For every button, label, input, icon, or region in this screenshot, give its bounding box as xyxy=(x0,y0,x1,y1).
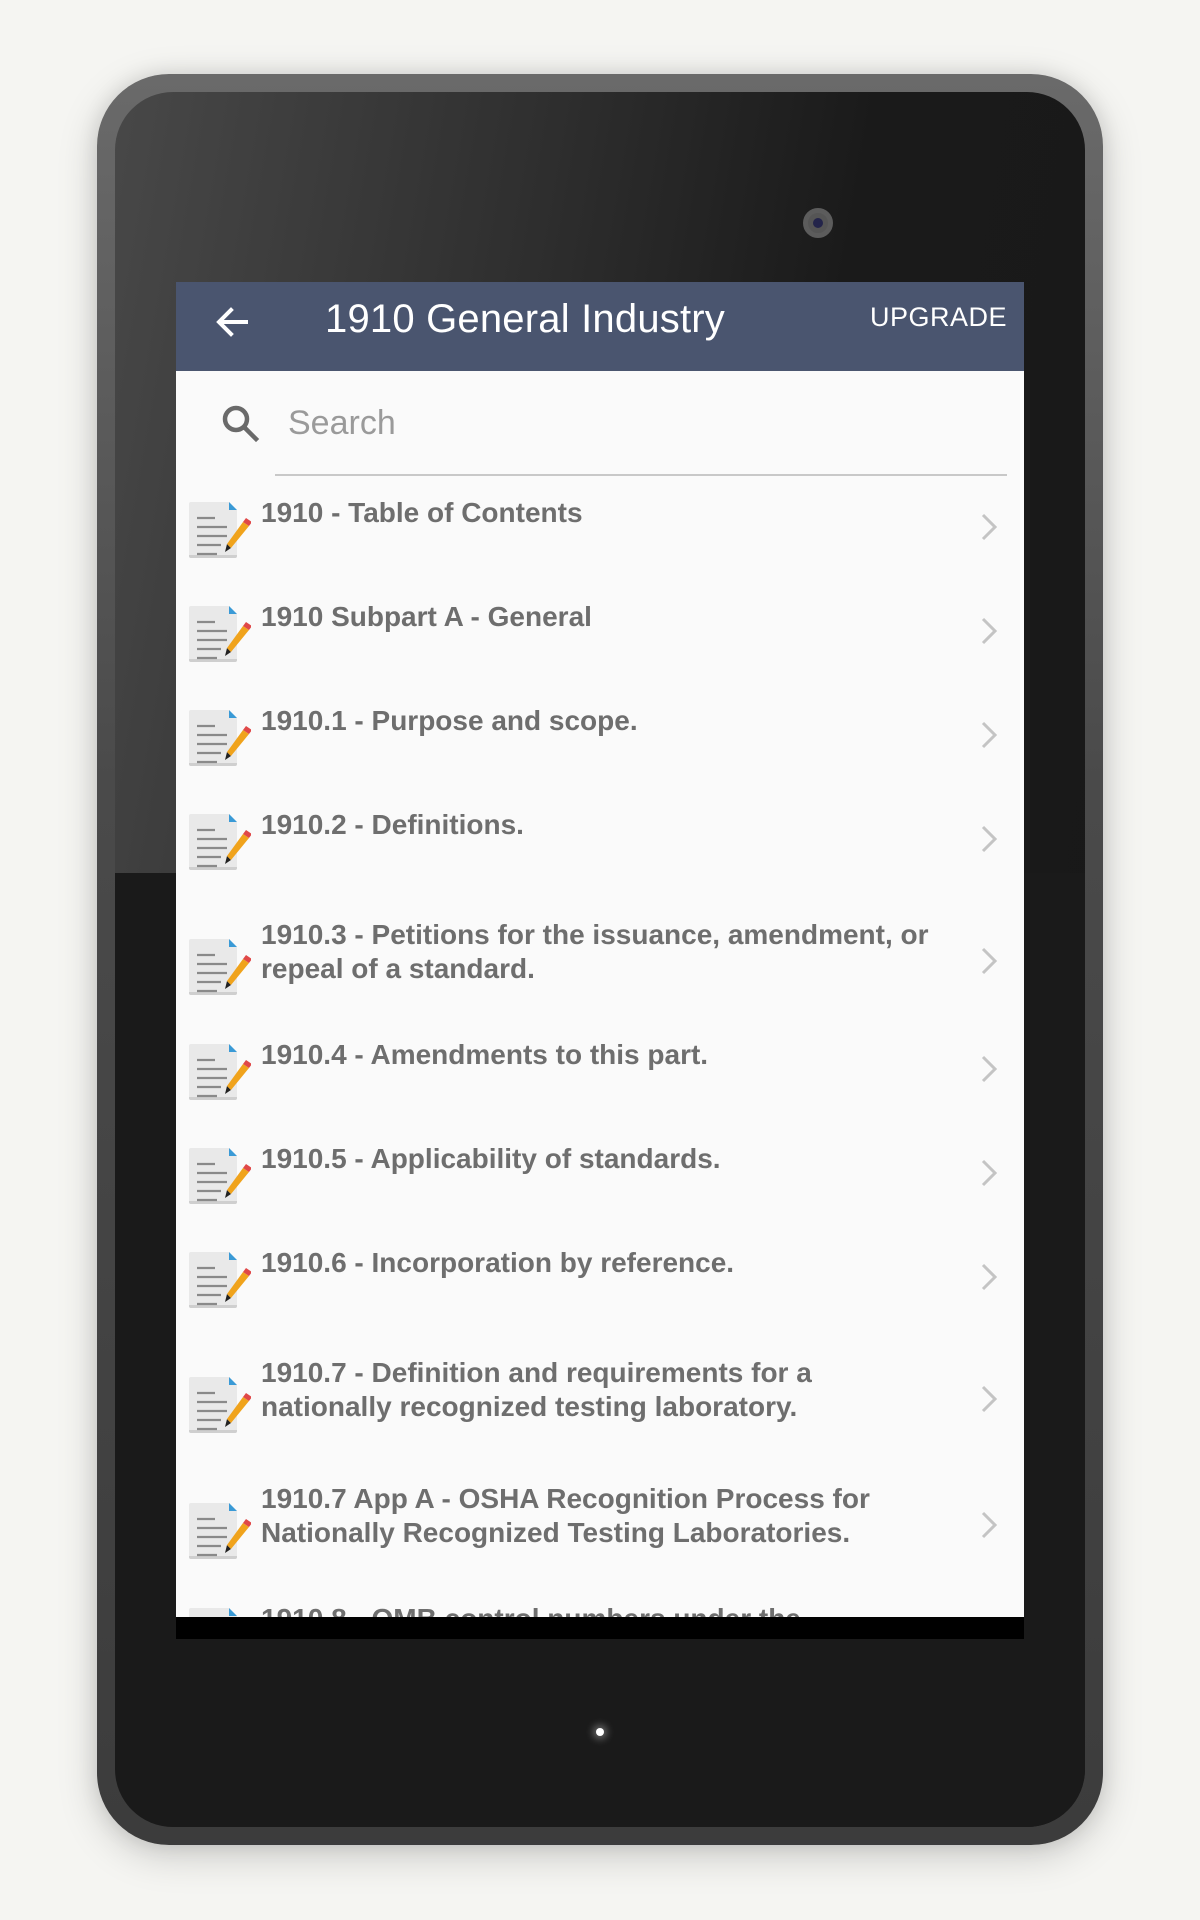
chevron-right-icon xyxy=(981,513,998,541)
list-item[interactable]: 1910 - Table of Contents xyxy=(176,497,1024,614)
app-bar: 1910 General Industry UPGRADE xyxy=(176,282,1024,371)
list-item-label: 1910.4 - Amendments to this part. xyxy=(261,1039,709,1070)
chevron-right-icon xyxy=(981,947,998,975)
upgrade-button[interactable]: UPGRADE xyxy=(870,295,1007,339)
page-title: 1910 General Industry xyxy=(325,297,726,341)
document-edit-icon xyxy=(189,814,251,870)
chevron-right-icon xyxy=(981,825,998,853)
list-item-label: 1910 - Table of Contents xyxy=(261,497,583,528)
list-item[interactable]: 1910.2 - Definitions. xyxy=(176,809,1024,926)
document-edit-icon xyxy=(189,1148,251,1204)
list-item[interactable]: 1910.7 - Definition and requirements for… xyxy=(176,1357,1024,1490)
app-screen: 1910 General Industry UPGRADE 191 xyxy=(176,282,1024,1639)
list-item[interactable]: 1910.5 - Applicability of standards. xyxy=(176,1143,1024,1260)
list-item-label: 1910.7 - Definition and requirements for… xyxy=(261,1357,812,1422)
search-icon xyxy=(222,405,260,443)
back-button[interactable] xyxy=(206,296,258,348)
document-edit-icon xyxy=(189,939,251,995)
document-edit-icon xyxy=(189,1044,251,1100)
list-item[interactable]: 1910.4 - Amendments to this part. xyxy=(176,1039,1024,1156)
list-item-label: 1910.5 - Applicability of standards. xyxy=(261,1143,721,1174)
chevron-right-icon xyxy=(981,1159,998,1187)
search-input[interactable] xyxy=(288,399,988,447)
chevron-right-icon xyxy=(981,1385,998,1413)
chevron-right-icon xyxy=(981,1055,998,1083)
search-bar xyxy=(176,371,1024,477)
list-item[interactable]: 1910.1 - Purpose and scope. xyxy=(176,705,1024,822)
chevron-right-icon xyxy=(981,721,998,749)
list-item-label: 1910.2 - Definitions. xyxy=(261,809,524,840)
list-item[interactable]: 1910.6 - Incorporation by reference. xyxy=(176,1247,1024,1364)
chevron-right-icon xyxy=(981,1511,998,1539)
document-edit-icon xyxy=(189,1503,251,1559)
system-nav-bar xyxy=(176,1617,1024,1639)
section-list: 1910 - Table of Contents 1910 Subpart A … xyxy=(176,497,1024,1639)
home-indicator-dot xyxy=(596,1728,604,1736)
list-item[interactable]: 1910 Subpart A - General xyxy=(176,601,1024,718)
list-item-label: 1910.1 - Purpose and scope. xyxy=(261,705,638,736)
list-item-label: 1910 Subpart A - General xyxy=(261,601,592,632)
search-underline xyxy=(275,474,1007,476)
list-item-label: 1910.3 - Petitions for the issuance, ame… xyxy=(261,919,929,984)
chevron-right-icon xyxy=(981,1263,998,1291)
list-item-label: 1910.7 App A - OSHA Recognition Process … xyxy=(261,1483,870,1548)
document-edit-icon xyxy=(189,502,251,558)
chevron-right-icon xyxy=(981,617,998,645)
list-item[interactable]: 1910.7 App A - OSHA Recognition Process … xyxy=(176,1483,1024,1616)
list-item-label: 1910.6 - Incorporation by reference. xyxy=(261,1247,735,1278)
document-edit-icon xyxy=(189,710,251,766)
list-item[interactable]: 1910.3 - Petitions for the issuance, ame… xyxy=(176,919,1024,1052)
document-edit-icon xyxy=(189,1252,251,1308)
arrow-back-icon xyxy=(216,307,248,337)
document-edit-icon xyxy=(189,1377,251,1433)
document-edit-icon xyxy=(189,606,251,662)
front-camera xyxy=(803,208,833,238)
